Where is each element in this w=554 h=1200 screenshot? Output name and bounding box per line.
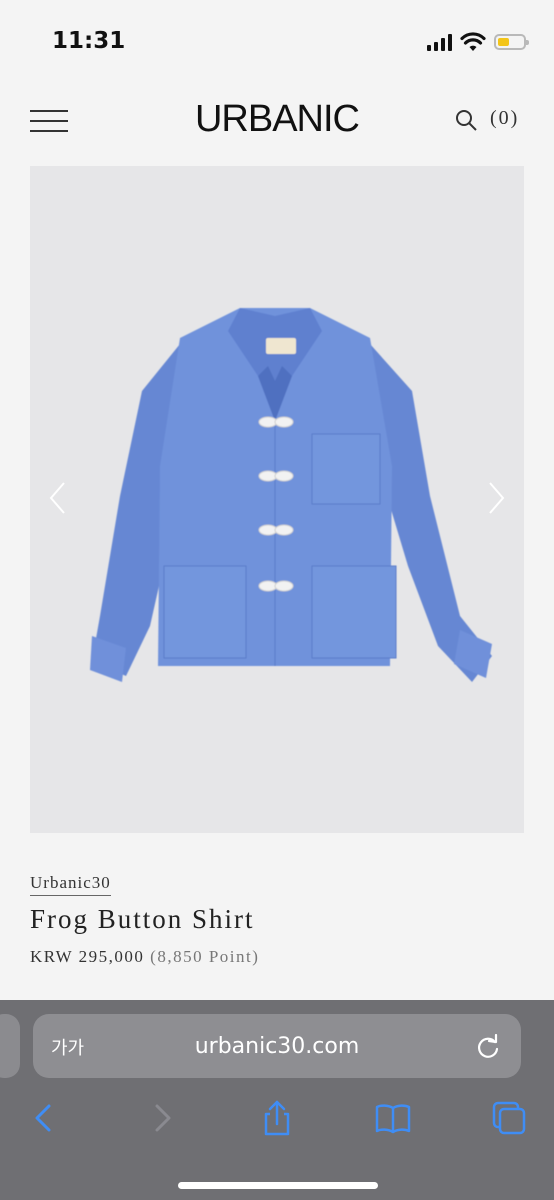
battery-level: [498, 38, 509, 46]
product-price: KRW 295,000: [30, 947, 145, 966]
tabs-icon[interactable]: [491, 1100, 527, 1136]
forward-icon[interactable]: [144, 1100, 180, 1136]
status-bar: 11:31: [0, 0, 554, 88]
gallery-next-icon[interactable]: [486, 481, 506, 515]
product-name: Frog Button Shirt: [30, 904, 255, 934]
product-points: (8,850 Point): [150, 947, 260, 966]
wifi-icon: [460, 32, 486, 51]
back-icon[interactable]: [26, 1100, 62, 1136]
site-header: URBANIC (0): [0, 90, 554, 150]
cellular-signal-icon: [427, 33, 452, 51]
reload-icon[interactable]: [475, 1034, 501, 1060]
share-icon[interactable]: [259, 1100, 295, 1136]
browser-bottom-bar: 가가 urbanic30.com: [0, 1000, 554, 1200]
url-text[interactable]: urbanic30.com: [33, 1034, 521, 1059]
battery-icon: [494, 34, 529, 50]
home-indicator[interactable]: [178, 1182, 378, 1189]
brand-link[interactable]: Urbanic30: [30, 873, 111, 896]
status-icons: [427, 32, 529, 52]
bookmarks-icon[interactable]: [375, 1100, 411, 1136]
status-time: 11:31: [52, 28, 126, 54]
search-icon[interactable]: [454, 108, 478, 132]
shirt-image: [90, 308, 492, 682]
product-image-gallery[interactable]: [30, 166, 524, 833]
price-line: KRW 295,000 (8,850 Point): [30, 947, 259, 967]
address-bar[interactable]: 가가 urbanic30.com: [33, 1014, 521, 1078]
cart-count-button[interactable]: (0): [490, 107, 519, 130]
gallery-prev-icon[interactable]: [48, 481, 68, 515]
previous-tab-peek[interactable]: [0, 1014, 20, 1078]
